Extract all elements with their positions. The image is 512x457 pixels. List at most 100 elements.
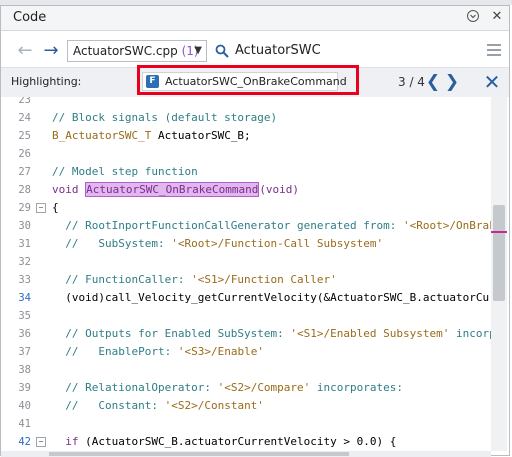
- previous-match-icon[interactable]: ❮: [424, 72, 442, 92]
- file-name: ActuatorSWC.cpp: [73, 44, 178, 58]
- code-line[interactable]: 30 // RootInportFunctionCallGenerator ge…: [1, 217, 502, 235]
- code-text: // EnablePort: '<S3>/Enable': [52, 343, 264, 361]
- line-number: 31: [18, 238, 31, 250]
- next-match-icon[interactable]: ❯: [443, 72, 461, 92]
- code-line[interactable]: 33 // FunctionCaller: '<S1>/Function Cal…: [1, 271, 491, 289]
- code-line[interactable]: 24 // Block signals (default storage): [1, 109, 491, 127]
- code-token: '<Root>/OnBrake: [403, 219, 503, 232]
- code-text: // Model step function: [52, 163, 198, 181]
- search-icon: [215, 44, 229, 58]
- code-token: // SubSystem:: [52, 237, 172, 250]
- code-text: // RootInportFunctionCallGenerator gener…: [52, 217, 502, 235]
- code-token: (void): [259, 183, 300, 196]
- code-token: // Outputs for Enabled SubSystem:: [52, 327, 291, 340]
- file-selector[interactable]: ActuatorSWC.cpp (1) ▼: [67, 40, 207, 62]
- highlighting-label: Highlighting:: [11, 75, 82, 88]
- code-line[interactable]: 23: [1, 97, 491, 109]
- code-text: B_ActuatorSWC_T ActuatorSWC_B;: [52, 127, 251, 145]
- code-text: // FunctionCaller: '<S1>/Function Caller…: [52, 271, 337, 289]
- line-number: 37: [18, 346, 31, 358]
- code-token: // EnablePort:: [52, 345, 178, 358]
- line-number: 25: [18, 130, 31, 142]
- close-highlighting-icon[interactable]: ✕: [482, 71, 502, 93]
- code-token: void: [52, 183, 86, 196]
- vertical-scroll-thumb[interactable]: [493, 205, 505, 301]
- code-token: ActuatorSWC_B;: [151, 129, 251, 142]
- search-field[interactable]: ActuatorSWC: [211, 40, 483, 62]
- line-number: 24: [18, 112, 31, 124]
- code-line[interactable]: 42− if (ActuatorSWC_B.actuatorCurrentVel…: [1, 433, 491, 451]
- line-number: 39: [18, 382, 31, 394]
- highlighted-function-name: ActuatorSWC_OnBrakeCommand: [165, 75, 347, 88]
- code-line[interactable]: 35: [1, 307, 491, 325]
- code-line[interactable]: 31 // SubSystem: '<Root>/Function-Call S…: [1, 235, 491, 253]
- line-number: 35: [18, 310, 31, 322]
- horizontal-scroll-thumb[interactable]: [49, 452, 349, 456]
- back-arrow-icon[interactable]: ←: [15, 41, 35, 61]
- code-line[interactable]: 32: [1, 253, 491, 271]
- code-token: // RootInportFunctionCallGenerator gener…: [52, 219, 403, 232]
- code-line[interactable]: 39 // RelationalOperator: '<S2>/Compare'…: [1, 379, 491, 397]
- code-text: {: [52, 199, 59, 217]
- chevron-down-icon: ▼: [194, 45, 202, 56]
- code-token: B_ActuatorSWC_T: [52, 129, 152, 142]
- collapse-circle-icon: [467, 10, 479, 22]
- panel-titlebar: Code ✕: [1, 6, 509, 31]
- code-text: if (ActuatorSWC_B.actuatorCurrentVelocit…: [52, 433, 396, 451]
- code-text: // Constant: '<S2>/Constant': [52, 397, 264, 415]
- line-number: 26: [18, 148, 31, 160]
- code-line[interactable]: 28 void ActuatorSWC_OnBrakeCommand(void): [1, 181, 491, 199]
- collapse-menu-icon[interactable]: [465, 9, 481, 25]
- code-text: (void)call_Velocity_getCurrentVelocity(&…: [52, 289, 502, 307]
- panel-title: Code: [13, 10, 47, 25]
- menu-icon[interactable]: [487, 44, 501, 58]
- code-line[interactable]: 40 // Constant: '<S2>/Constant': [1, 397, 491, 415]
- line-number: 30: [18, 220, 31, 232]
- highlighted-function-token: ActuatorSWC_OnBrakeCommand: [85, 182, 260, 197]
- code-token: '<Root>/Function-Call Subsystem': [171, 237, 384, 250]
- code-token: '<S3>/Enable': [177, 345, 264, 358]
- code-token: // Block signals (default storage): [52, 111, 278, 124]
- code-text: // Outputs for Enabled SubSystem: '<S1>/…: [52, 325, 502, 343]
- code-token: (void)call_Velocity_getCurrentVelocity(&…: [52, 291, 503, 304]
- code-line[interactable]: 27 // Model step function: [1, 163, 491, 181]
- match-count: 3 / 4: [398, 75, 425, 89]
- search-text: ActuatorSWC: [235, 43, 321, 58]
- line-number: 36: [18, 328, 31, 340]
- navigation-bar: ← → ActuatorSWC.cpp (1) ▼ ActuatorSWC: [1, 37, 509, 65]
- function-badge-icon: F: [146, 75, 159, 88]
- line-number: 38: [18, 364, 31, 376]
- line-number: 42: [18, 436, 31, 448]
- code-line[interactable]: 25 B_ActuatorSWC_T ActuatorSWC_B;: [1, 127, 491, 145]
- code-line[interactable]: 41: [1, 415, 491, 433]
- code-token: (ActuatorSWC_B.actuatorCurrentVelocity >…: [78, 435, 397, 448]
- horizontal-scrollbar[interactable]: [1, 451, 491, 457]
- forward-arrow-icon[interactable]: →: [41, 41, 61, 61]
- line-number: 29: [18, 202, 31, 214]
- code-line[interactable]: 37 // EnablePort: '<S3>/Enable': [1, 343, 491, 361]
- highlight-scroll-marker: [491, 231, 507, 233]
- code-text: // SubSystem: '<Root>/Function-Call Subs…: [52, 235, 383, 253]
- highlighting-bar: Highlighting: F ActuatorSWC_OnBrakeComma…: [1, 65, 509, 99]
- code-line[interactable]: 34 (void)call_Velocity_getCurrentVelocit…: [1, 289, 502, 307]
- code-text: // Block signals (default storage): [52, 109, 277, 127]
- highlighted-function-chip[interactable]: F ActuatorSWC_OnBrakeCommand: [142, 72, 347, 91]
- line-number: 32: [18, 256, 31, 268]
- code-line[interactable]: 26: [1, 145, 491, 163]
- code-line[interactable]: 29−{: [1, 199, 491, 217]
- fold-toggle-icon[interactable]: −: [36, 437, 46, 447]
- code-line[interactable]: 36 // Outputs for Enabled SubSystem: '<S…: [1, 325, 502, 343]
- panel-close-icon[interactable]: ✕: [489, 9, 505, 25]
- code-editor[interactable]: 23 24 // Block signals (default storage) 25…: [1, 97, 509, 451]
- code-token: // RelationalOperator:: [52, 381, 218, 394]
- code-token: {: [52, 201, 59, 214]
- code-line[interactable]: 38: [1, 361, 491, 379]
- code-text: void ActuatorSWC_OnBrakeCommand(void): [52, 181, 299, 199]
- code-token: // Model step function: [52, 165, 198, 178]
- code-token: '<S1>/Enabled Subsystem': [290, 327, 450, 340]
- fold-toggle-icon[interactable]: −: [36, 203, 46, 213]
- vertical-scrollbar[interactable]: [491, 97, 507, 451]
- code-text: // RelationalOperator: '<S2>/Compare' in…: [52, 379, 403, 397]
- code-token: '<S2>/Compare': [217, 381, 311, 394]
- line-number: 33: [18, 274, 31, 286]
